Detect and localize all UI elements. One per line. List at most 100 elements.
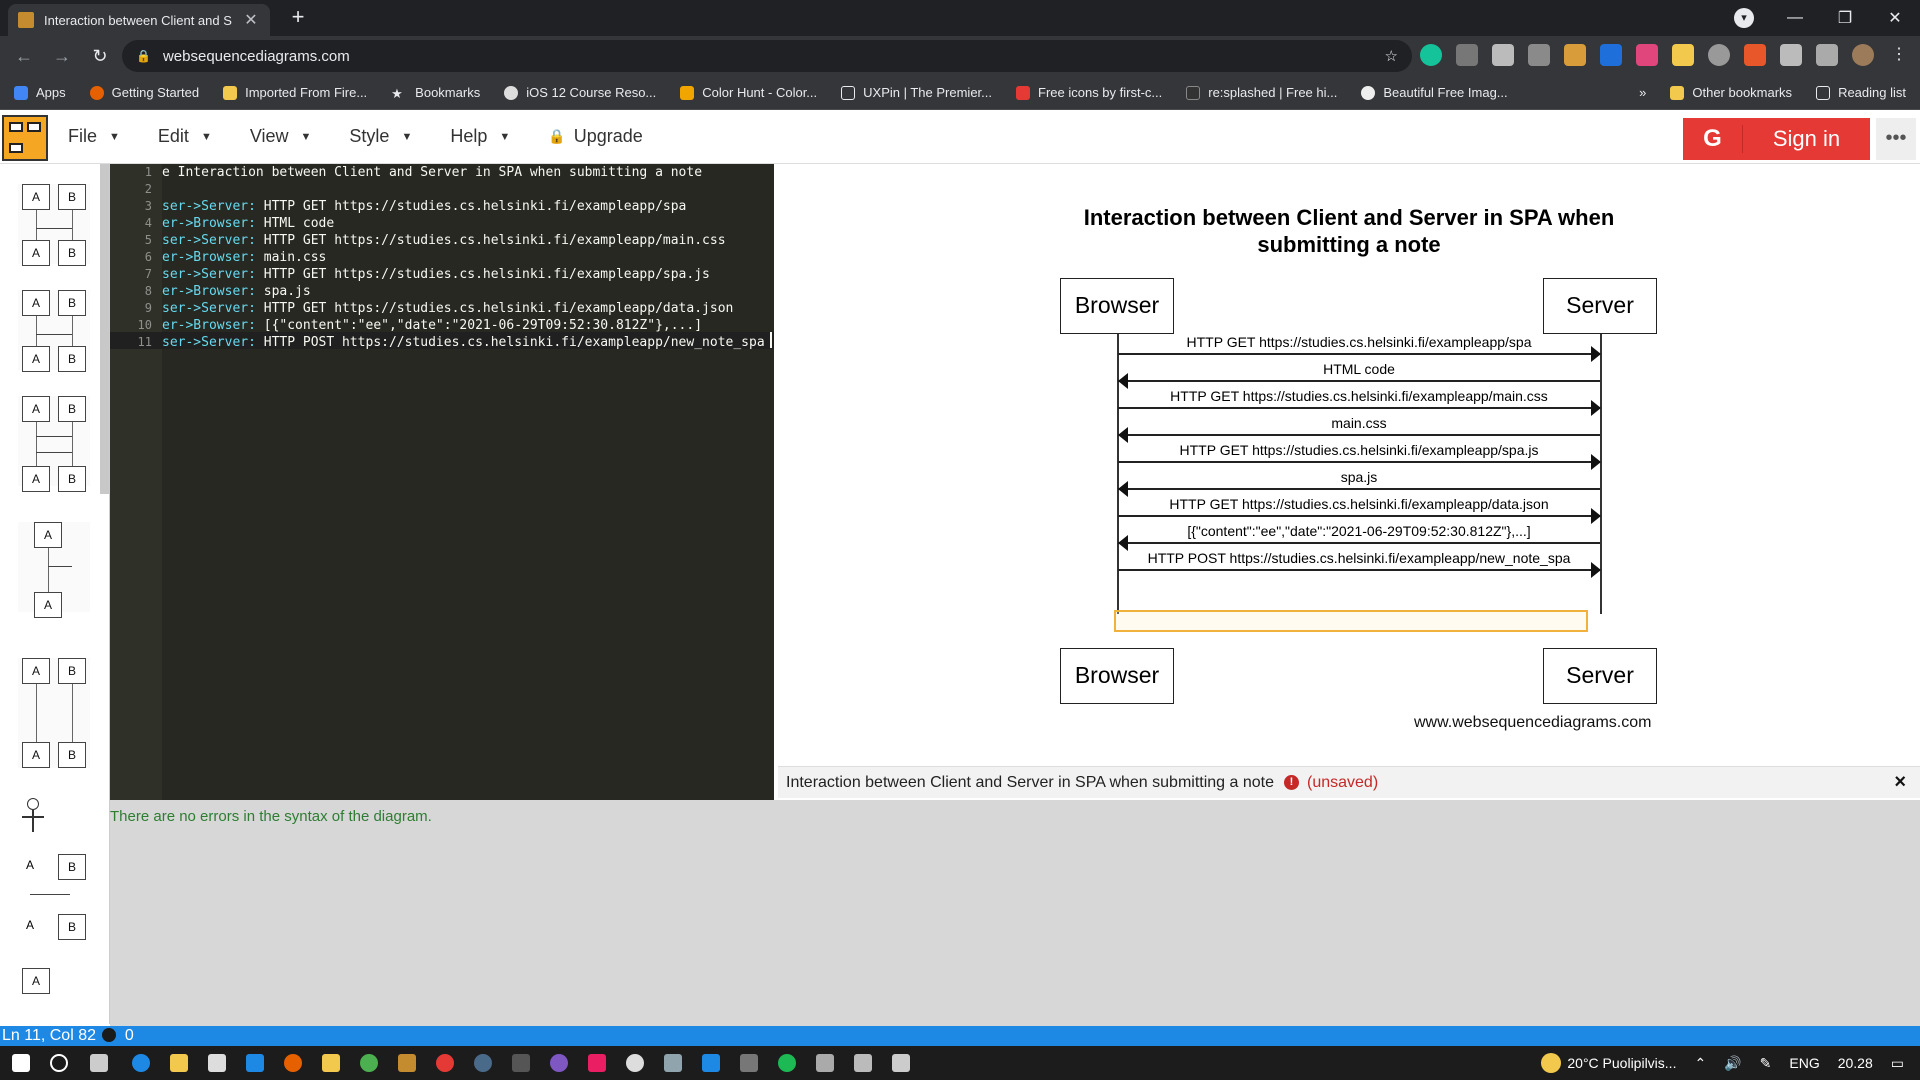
code-line[interactable]: 9 ser->Server: HTTP GET https://studies.c… <box>110 300 774 317</box>
palette-item-self[interactable]: A A <box>18 522 90 618</box>
media-icon[interactable] <box>1816 44 1838 66</box>
app-icon[interactable] <box>512 1054 530 1072</box>
address-bar[interactable]: 🔒 websequencediagrams.com ☆ <box>122 40 1412 72</box>
store-icon[interactable] <box>208 1054 226 1072</box>
steam-icon[interactable] <box>474 1054 492 1072</box>
menu-style[interactable]: Style ▼ <box>349 126 412 147</box>
menu-edit[interactable]: Edit ▼ <box>158 126 212 147</box>
task-view-icon[interactable] <box>90 1054 108 1072</box>
menu-help[interactable]: Help ▼ <box>450 126 510 147</box>
new-tab-button[interactable]: + <box>286 6 310 30</box>
mail-icon[interactable] <box>246 1054 264 1072</box>
grammarly-icon[interactable] <box>1420 44 1442 66</box>
app-icon[interactable] <box>816 1054 834 1072</box>
code-editor[interactable]: 1 e Interaction between Client and Server… <box>110 164 774 800</box>
star-icon[interactable]: ☆ <box>1385 47 1398 65</box>
app-icon[interactable] <box>588 1054 606 1072</box>
bookmark-getting-started[interactable]: Getting Started <box>89 85 199 100</box>
palette-item-dotted[interactable]: A B A B <box>18 290 90 372</box>
app-icon[interactable] <box>892 1054 910 1072</box>
palette-item-message[interactable]: A B A B <box>18 184 90 266</box>
palette-item-actor[interactable]: B B A A <box>18 794 90 944</box>
bookmark-resplashed[interactable]: re:splashed | Free hi... <box>1186 85 1337 100</box>
code-line[interactable]: 10 er->Browser: [{"content":"ee","date":"… <box>110 317 774 334</box>
code-line[interactable]: 6 er->Browser: main.css <box>110 249 774 266</box>
close-document-icon[interactable]: × <box>1894 771 1906 794</box>
palette-item-reply[interactable]: A B A B <box>18 396 90 492</box>
code-line[interactable]: 5 ser->Server: HTTP GET https://studies.c… <box>110 232 774 249</box>
bookmark-free-images[interactable]: Beautiful Free Imag... <box>1361 85 1508 100</box>
reading-list[interactable]: Reading list <box>1816 85 1906 100</box>
extension-icon[interactable] <box>1492 44 1514 66</box>
code-line[interactable]: 8 er->Browser: spa.js <box>110 283 774 300</box>
app-logo[interactable] <box>2 115 48 161</box>
avatar[interactable] <box>1852 44 1874 66</box>
bookmark-ios-course[interactable]: iOS 12 Course Reso... <box>504 85 656 100</box>
extension-icon[interactable] <box>1600 44 1622 66</box>
windows-start-icon[interactable] <box>12 1054 30 1072</box>
bookmark-apps[interactable]: Apps <box>14 85 66 100</box>
menu-file[interactable]: File ▼ <box>68 126 120 147</box>
menu-view[interactable]: View ▼ <box>250 126 312 147</box>
app-icon[interactable] <box>854 1054 872 1072</box>
messenger-icon[interactable] <box>550 1054 568 1072</box>
bookmark-uxpin[interactable]: UXPin | The Premier... <box>841 85 992 100</box>
firefox-icon[interactable] <box>284 1054 302 1072</box>
bookmark-color-hunt[interactable]: Color Hunt - Color... <box>680 85 817 100</box>
puzzle-icon[interactable] <box>1780 44 1802 66</box>
weather-text[interactable]: 20°C Puolipilvis... <box>1567 1055 1676 1071</box>
extension-icon[interactable] <box>1708 44 1730 66</box>
bookmark-imported[interactable]: Imported From Fire... <box>223 85 367 100</box>
palette-item-note[interactable]: A <box>18 968 90 1024</box>
signin-button[interactable]: G Sign in <box>1683 118 1870 160</box>
extension-icon[interactable] <box>1672 44 1694 66</box>
media-control-icon[interactable]: ▾ <box>1734 8 1754 28</box>
app-icon[interactable] <box>398 1054 416 1072</box>
extension-icon[interactable] <box>1636 44 1658 66</box>
app-icon[interactable] <box>664 1054 682 1072</box>
app-icon[interactable] <box>626 1054 644 1072</box>
edge-icon[interactable] <box>132 1054 150 1072</box>
code-line[interactable]: 4 er->Browser: HTML code <box>110 215 774 232</box>
file-explorer-icon[interactable] <box>170 1054 188 1072</box>
extension-icon[interactable] <box>1456 44 1478 66</box>
bookmark-bookmarks[interactable]: ★ Bookmarks <box>391 85 480 101</box>
spotify-icon[interactable] <box>778 1054 796 1072</box>
browser-tab[interactable]: Interaction between Client and S ✕ <box>8 4 270 36</box>
clock[interactable]: 20.28 <box>1838 1055 1873 1071</box>
chrome-icon[interactable] <box>360 1054 378 1072</box>
app-icon[interactable] <box>436 1054 454 1072</box>
more-options-icon[interactable]: ••• <box>1876 118 1916 160</box>
bookmark-free-icons[interactable]: Free icons by first-c... <box>1016 85 1162 100</box>
close-tab-icon[interactable]: ✕ <box>242 10 260 30</box>
calculator-icon[interactable] <box>740 1054 758 1072</box>
reload-icon[interactable]: ↻ <box>86 46 114 67</box>
code-line[interactable]: 2 <box>110 181 774 198</box>
palette-scrollbar[interactable] <box>100 164 109 494</box>
language-indicator[interactable]: ENG <box>1789 1055 1819 1071</box>
kebab-menu-icon[interactable]: ⋮ <box>1888 44 1910 66</box>
pen-icon[interactable]: ✎ <box>1760 1055 1772 1072</box>
other-bookmarks[interactable]: Other bookmarks <box>1670 85 1792 100</box>
code-line[interactable]: 3 ser->Server: HTTP GET https://studies.c… <box>110 198 774 215</box>
back-icon[interactable]: ← <box>10 46 38 67</box>
code-line[interactable]: 7 ser->Server: HTTP GET https://studies.c… <box>110 266 774 283</box>
code-line[interactable]: 1 e Interaction between Client and Server… <box>110 164 774 181</box>
extension-icon[interactable] <box>1744 44 1766 66</box>
forward-icon[interactable]: → <box>48 46 76 67</box>
extension-icon[interactable] <box>1564 44 1586 66</box>
bookmarks-overflow[interactable]: » <box>1639 85 1646 100</box>
close-window-icon[interactable]: ✕ <box>1870 8 1920 28</box>
notification-icon[interactable]: ▭ <box>1891 1055 1904 1072</box>
volume-icon[interactable]: 🔊 <box>1724 1055 1741 1072</box>
code-line[interactable]: 11 ser->Server: HTTP POST https://studies… <box>110 334 774 351</box>
chevron-up-icon[interactable]: ⌃ <box>1694 1055 1706 1072</box>
restore-icon[interactable]: ❐ <box>1820 8 1870 28</box>
sticky-notes-icon[interactable] <box>322 1054 340 1072</box>
search-icon[interactable] <box>50 1054 68 1072</box>
document-name[interactable]: Interaction between Client and Server in… <box>786 774 1274 792</box>
minimize-icon[interactable]: — <box>1770 9 1820 27</box>
menu-upgrade[interactable]: 🔒 Upgrade <box>548 126 642 147</box>
extension-icon[interactable] <box>1528 44 1550 66</box>
palette-item-delay[interactable]: A B A B <box>18 658 90 768</box>
